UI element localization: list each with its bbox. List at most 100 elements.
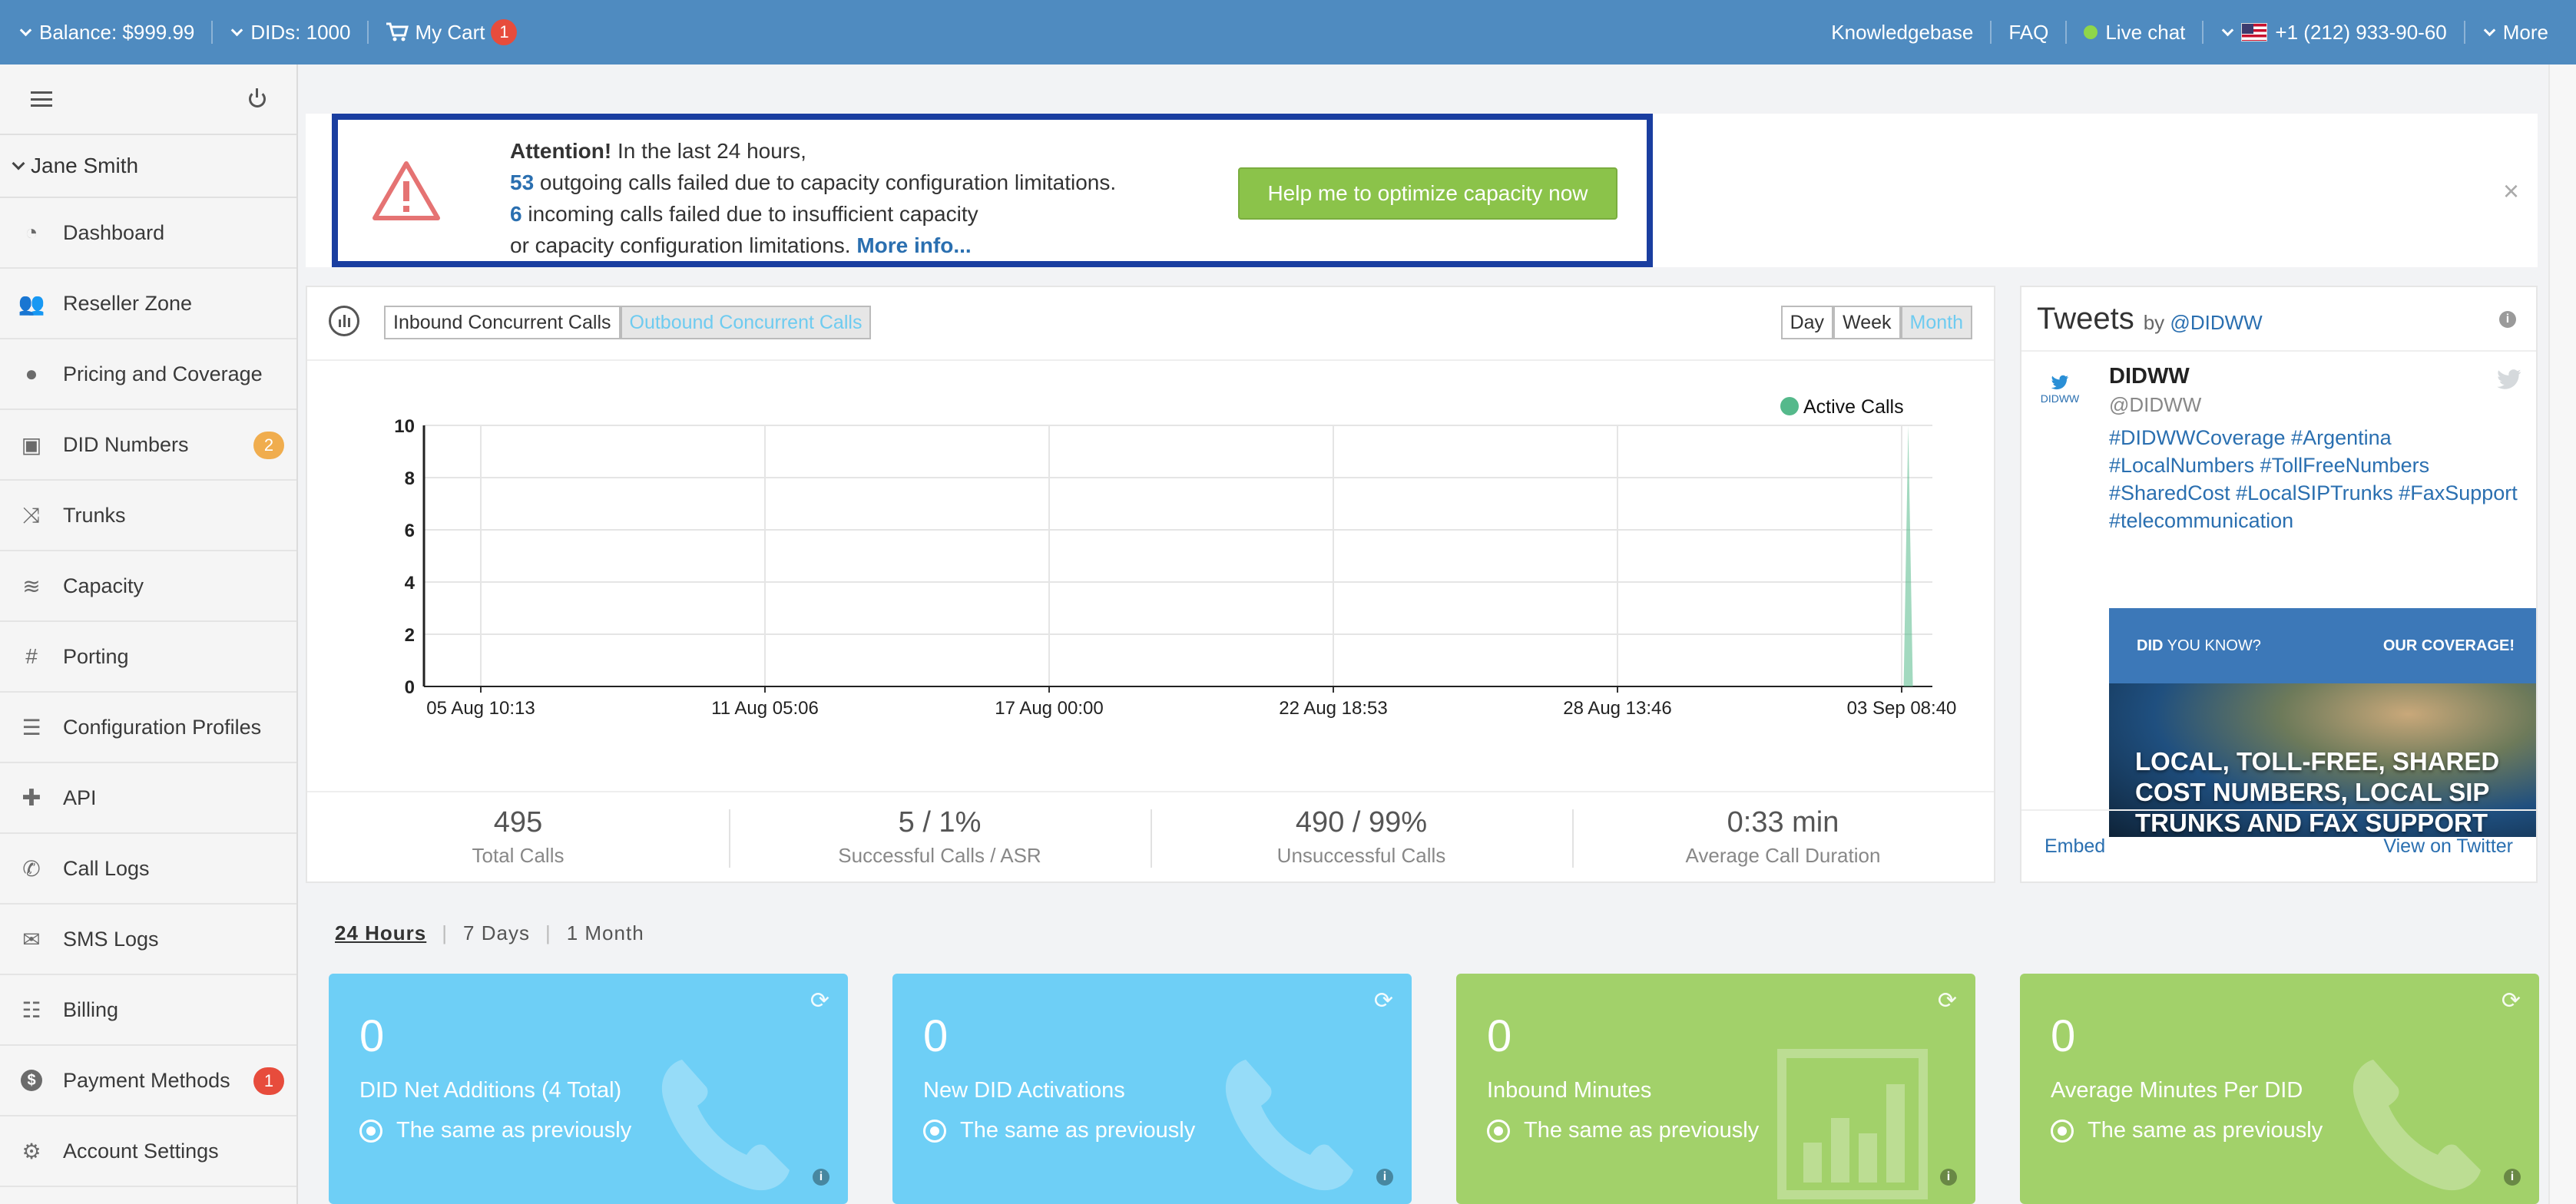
sidebar-item-label: DID Numbers bbox=[63, 432, 189, 456]
sidebar-item-label: Reseller Zone bbox=[63, 291, 193, 315]
card-value: 0 bbox=[2051, 1011, 2076, 1061]
card-status-text: The same as previously bbox=[1524, 1118, 1760, 1143]
more-dropdown[interactable]: More bbox=[2482, 21, 2548, 45]
x-tick-label: 28 Aug 13:46 bbox=[1563, 698, 1671, 719]
chart-header: Inbound Concurrent Calls Outbound Concur… bbox=[307, 287, 1994, 361]
info-icon[interactable]: i bbox=[2504, 1169, 2521, 1186]
stat-value: 495 bbox=[493, 806, 543, 838]
alert-line-3: incoming calls failed due to insufficien… bbox=[521, 202, 978, 226]
dids-label: DIDs: 1000 bbox=[250, 20, 351, 44]
bar-chart-icon bbox=[1777, 1049, 1928, 1199]
divider: | bbox=[545, 921, 551, 944]
twitter-bird-icon bbox=[2051, 375, 2068, 390]
twitter-handle-link[interactable]: @DIDWW bbox=[2170, 311, 2262, 334]
refresh-icon[interactable]: ⟳ bbox=[1374, 987, 1393, 1014]
card-new-did-activations: ⟳ 0 New DID Activations The same as prev… bbox=[892, 974, 1412, 1204]
tweets-widget: Tweets by @DIDWW i DIDWW DIDWW @DIDWW #D… bbox=[2020, 286, 2538, 883]
tab-inbound-concurrent-calls[interactable]: Inbound Concurrent Calls bbox=[384, 306, 621, 339]
sidebar-item-payment-methods[interactable]: $ Payment Methods 1 bbox=[0, 1046, 296, 1116]
count-badge: 2 bbox=[253, 432, 284, 459]
tweet-author-handle[interactable]: @DIDWW bbox=[2109, 393, 2201, 417]
cart-link[interactable]: My Cart 1 bbox=[386, 19, 518, 45]
alert-highlight-box: Attention! In the last 24 hours, 53 outg… bbox=[332, 114, 1653, 267]
info-icon[interactable]: i bbox=[813, 1169, 829, 1186]
refresh-icon[interactable]: ⟳ bbox=[2502, 987, 2521, 1014]
image-left: YOU KNOW? bbox=[2163, 637, 2261, 654]
sidebar-item-sms-logs[interactable]: ✉ SMS Logs bbox=[0, 905, 296, 975]
info-icon[interactable]: i bbox=[1940, 1169, 1957, 1186]
sidebar-nav: ◔ Dashboard 👥 Reseller Zone ● Pricing and Cov… bbox=[0, 198, 296, 1187]
hamburger-menu-icon[interactable] bbox=[31, 91, 52, 107]
refresh-icon[interactable]: ⟳ bbox=[810, 987, 829, 1014]
range-week-button[interactable]: Week bbox=[1833, 306, 1901, 339]
page-scrollbar[interactable] bbox=[2548, 64, 2576, 1204]
divider: | bbox=[442, 921, 449, 944]
us-flag-icon bbox=[2241, 23, 2268, 41]
sidebar-item-trunks[interactable]: ⤨ Trunks bbox=[0, 481, 296, 551]
sliders-icon: ☰ bbox=[22, 715, 41, 739]
sidebar-item-configuration-profiles[interactable]: ☰ Configuration Profiles bbox=[0, 693, 296, 763]
warning-icon bbox=[372, 161, 440, 220]
list-icon: ☷ bbox=[22, 997, 41, 1022]
sidebar-item-api[interactable]: ✚ API bbox=[0, 763, 296, 834]
sidebar-item-did-numbers[interactable]: ▣ DID Numbers 2 bbox=[0, 410, 296, 481]
live-chat-link[interactable]: Live chat bbox=[2084, 21, 2185, 45]
sidebar-toolbar bbox=[0, 64, 296, 135]
stat-successful-calls: 5 / 1% Successful Calls / ASR bbox=[729, 792, 1151, 882]
dids-dropdown[interactable]: DIDs: 1000 bbox=[230, 21, 350, 45]
refresh-icon[interactable]: ⟳ bbox=[1938, 987, 1957, 1014]
x-tick-label: 22 Aug 18:53 bbox=[1279, 698, 1387, 719]
twitter-bird-icon[interactable] bbox=[2496, 369, 2522, 390]
divider bbox=[367, 21, 369, 44]
info-icon[interactable]: i bbox=[1376, 1169, 1393, 1186]
chevron-down-icon bbox=[2483, 24, 2496, 36]
balance-dropdown[interactable]: Balance: $999.99 bbox=[18, 21, 194, 45]
sidebar-item-label: API bbox=[63, 786, 97, 809]
range-day-button[interactable]: Day bbox=[1780, 306, 1834, 339]
tweet-text[interactable]: #DIDWWCoverage #Argentina #LocalNumbers … bbox=[2109, 424, 2539, 534]
period-24-hours[interactable]: 24 Hours bbox=[335, 921, 426, 945]
view-on-twitter-link[interactable]: View on Twitter bbox=[2383, 835, 2513, 858]
card-title: DID Net Additions (4 Total) bbox=[359, 1078, 622, 1103]
user-menu[interactable]: Jane Smith bbox=[0, 135, 296, 198]
sidebar-item-dashboard[interactable]: ◔ Dashboard bbox=[0, 198, 296, 269]
more-info-link[interactable]: More info... bbox=[856, 233, 971, 257]
active-calls-chart: 0 2 4 6 8 10 05 Aug 10:13 11 Aug 05:06 17 Aug 00… bbox=[394, 396, 1956, 719]
sidebar-item-account-settings[interactable]: ⚙ Account Settings bbox=[0, 1116, 296, 1187]
phone-dropdown[interactable]: +1 (212) 933-90-60 bbox=[2220, 21, 2447, 45]
sidebar-item-reseller-zone[interactable]: 👥 Reseller Zone bbox=[0, 269, 296, 339]
optimize-capacity-button[interactable]: Help me to optimize capacity now bbox=[1238, 167, 1617, 220]
info-icon[interactable]: i bbox=[2499, 311, 2516, 328]
card-value: 0 bbox=[923, 1011, 949, 1061]
globe-icon: ● bbox=[25, 362, 38, 385]
divider bbox=[1990, 21, 1992, 44]
call-stats: 495 Total Calls 5 / 1% Successful Calls … bbox=[307, 791, 1994, 882]
faq-link[interactable]: FAQ bbox=[2008, 21, 2048, 45]
sidebar-item-label: Configuration Profiles bbox=[63, 715, 262, 739]
sidebar-item-call-logs[interactable]: ✆ Call Logs bbox=[0, 834, 296, 905]
cart-label: My Cart bbox=[415, 20, 485, 44]
sidebar-item-pricing-and-coverage[interactable]: ● Pricing and Coverage bbox=[0, 339, 296, 410]
chevron-down-icon bbox=[19, 24, 32, 36]
concurrent-calls-panel: Inbound Concurrent Calls Outbound Concur… bbox=[306, 286, 1995, 883]
close-icon[interactable]: × bbox=[2503, 175, 2519, 207]
sidebar-item-capacity[interactable]: ≋ Capacity bbox=[0, 551, 296, 622]
divider bbox=[2202, 21, 2204, 44]
knowledgebase-link[interactable]: Knowledgebase bbox=[1831, 21, 1973, 45]
period-1-month[interactable]: 1 Month bbox=[567, 921, 644, 945]
tweet-image-header: DID YOU KNOW? OUR COVERAGE! bbox=[2109, 608, 2536, 683]
tweet-image[interactable]: DID YOU KNOW? OUR COVERAGE! LOCAL, TOLL-… bbox=[2109, 608, 2536, 837]
period-7-days[interactable]: 7 Days bbox=[463, 921, 530, 945]
tab-outbound-concurrent-calls[interactable]: Outbound Concurrent Calls bbox=[620, 306, 872, 339]
avatar-label: DIDWW bbox=[2040, 392, 2080, 405]
sidebar-item-porting[interactable]: # Porting bbox=[0, 622, 296, 693]
sidebar-item-label: Dashboard bbox=[63, 220, 165, 244]
tweet-author-name[interactable]: DIDWW bbox=[2109, 364, 2190, 389]
power-icon[interactable] bbox=[249, 88, 266, 108]
sidebar-item-billing[interactable]: ☷ Billing bbox=[0, 975, 296, 1046]
cart-count-badge: 1 bbox=[491, 19, 518, 45]
range-month-button[interactable]: Month bbox=[1900, 306, 1972, 339]
dot-circle-icon bbox=[2051, 1119, 2074, 1143]
dollar-icon: $ bbox=[18, 1069, 45, 1092]
embed-link[interactable]: Embed bbox=[2045, 835, 2105, 858]
